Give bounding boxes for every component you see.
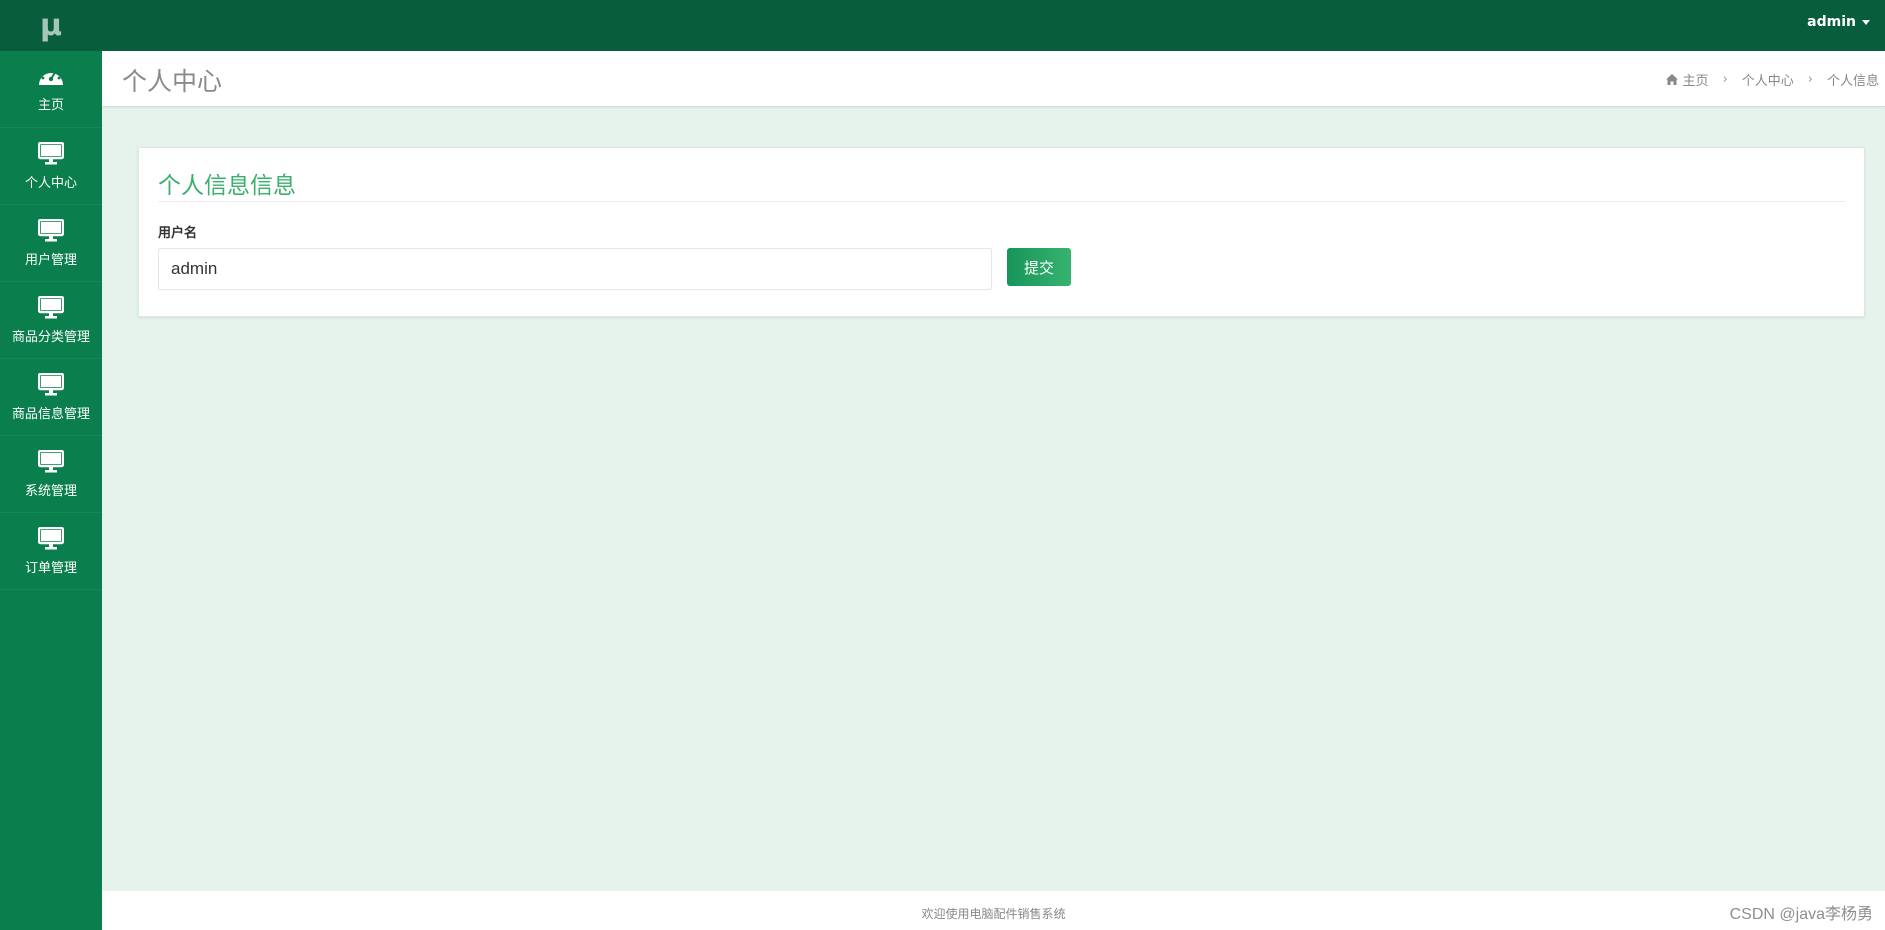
main-content: 个人信息信息 用户名 提交 <box>122 127 1885 891</box>
sidebar-item-personal-center[interactable]: 个人中心 <box>0 128 102 205</box>
footer-text: 欢迎使用电脑配件销售系统 <box>921 907 1066 921</box>
monitor-icon <box>38 449 64 472</box>
breadcrumb: 主页 › 个人中心 › 个人信息 <box>1665 70 1879 89</box>
sidebar: μ 主页 个人中心 用户管理 商品分类管理 商品信息管理 系统管理 订单管理 <box>0 0 102 930</box>
caret-down-icon <box>1862 19 1870 25</box>
user-menu[interactable]: admin <box>1807 14 1870 30</box>
chevron-right-icon: › <box>1807 72 1813 87</box>
sidebar-item-label: 用户管理 <box>24 252 77 268</box>
sidebar-item-category-management[interactable]: 商品分类管理 <box>0 282 102 359</box>
watermark: CSDN @java李杨勇 <box>1729 906 1873 923</box>
sidebar-item-label: 个人中心 <box>24 175 77 191</box>
sidebar-item-label: 主页 <box>37 98 64 113</box>
monitor-icon <box>38 526 64 549</box>
card-title: 个人信息信息 <box>158 173 296 199</box>
breadcrumb-personal-center[interactable]: 个人中心 <box>1742 70 1794 89</box>
page-title: 个人中心 <box>122 67 223 96</box>
username-label: admin <box>1807 14 1856 30</box>
sidebar-item-label: 订单管理 <box>24 560 77 576</box>
submit-button[interactable]: 提交 <box>1007 248 1071 286</box>
sidebar-item-user-management[interactable]: 用户管理 <box>0 205 102 282</box>
topbar: admin <box>102 0 1885 51</box>
dashboard-icon <box>39 68 63 85</box>
breadcrumb-home[interactable]: 主页 <box>1683 70 1709 89</box>
chevron-right-icon: › <box>1722 72 1728 87</box>
sidebar-item-order-management[interactable]: 订单管理 <box>0 513 102 590</box>
sidebar-item-label: 商品信息管理 <box>11 406 90 422</box>
monitor-icon <box>38 218 64 241</box>
username-label: 用户名 <box>158 226 198 241</box>
monitor-icon <box>38 295 64 318</box>
sidebar-item-label: 系统管理 <box>24 483 77 499</box>
sidebar-item-label: 商品分类管理 <box>11 329 90 345</box>
divider <box>158 201 1845 202</box>
footer: 欢迎使用电脑配件销售系统 CSDN @java李杨勇 <box>102 891 1885 930</box>
page-header: 个人中心 主页 › 个人中心 › 个人信息 <box>102 51 1885 107</box>
app-logo[interactable]: μ <box>0 0 102 51</box>
sidebar-item-product-management[interactable]: 商品信息管理 <box>0 359 102 436</box>
monitor-icon <box>38 141 64 164</box>
home-icon <box>1665 74 1678 85</box>
breadcrumb-current: 个人信息 <box>1826 74 1879 89</box>
profile-card: 个人信息信息 用户名 提交 <box>138 147 1865 317</box>
monitor-icon <box>38 372 64 395</box>
sidebar-item-system-management[interactable]: 系统管理 <box>0 436 102 513</box>
sidebar-item-home[interactable]: 主页 <box>0 51 102 128</box>
username-input[interactable] <box>158 248 992 290</box>
